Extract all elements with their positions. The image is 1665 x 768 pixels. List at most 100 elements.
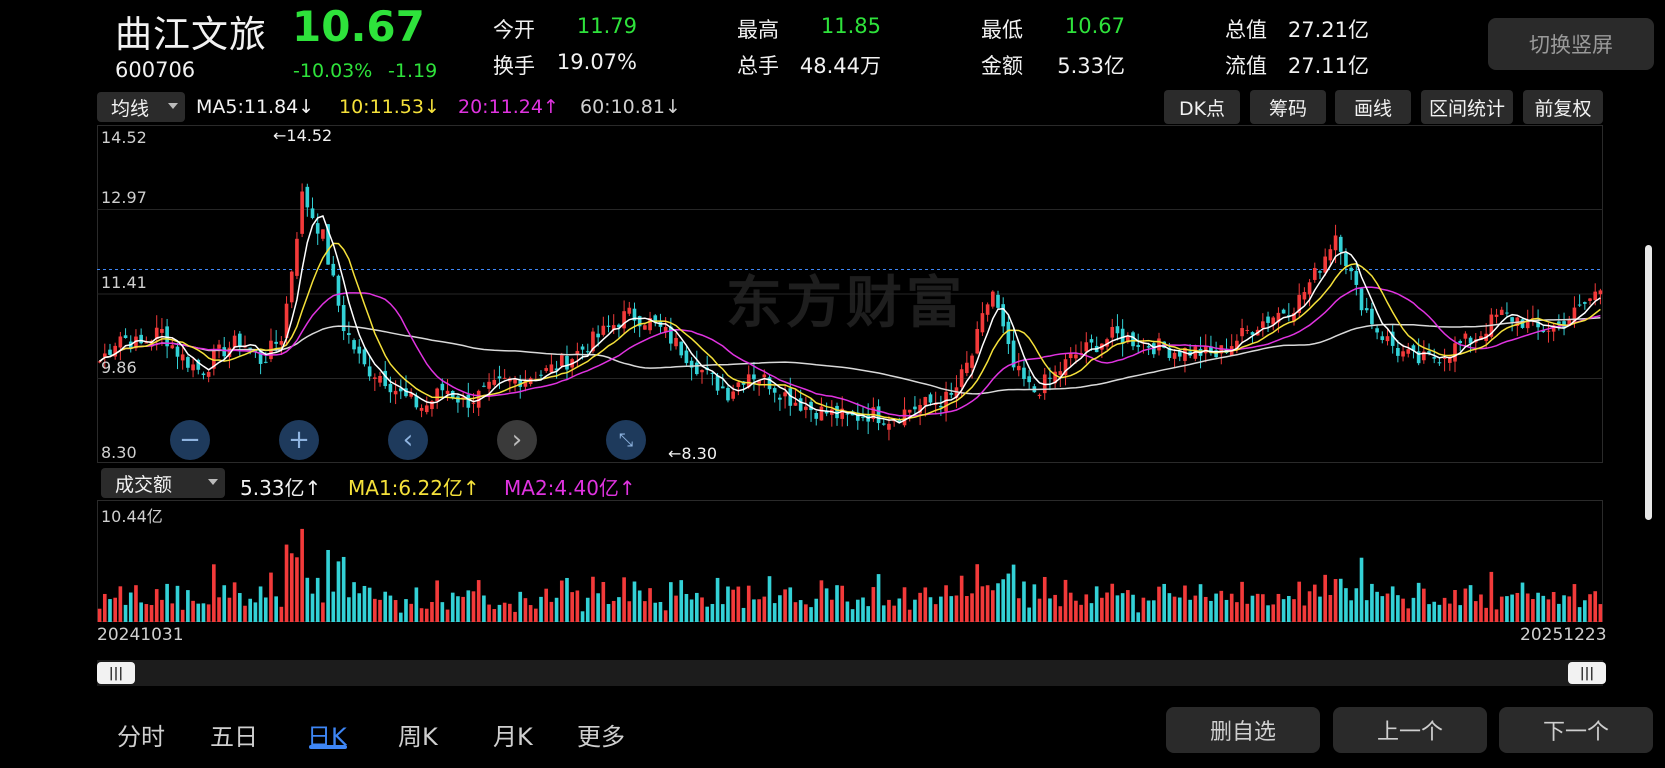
ma60-value: 60:10.81↓ <box>580 96 681 118</box>
candle-body <box>596 333 600 338</box>
candle-body <box>1338 236 1343 252</box>
volume-chart[interactable] <box>97 500 1603 622</box>
candle-body <box>752 374 756 380</box>
zoom-in-button[interactable]: + <box>279 420 319 460</box>
scroll-right-button[interactable]: › <box>497 420 537 460</box>
zoom-out-button[interactable]: − <box>170 420 210 460</box>
volume-bar <box>97 608 102 622</box>
volume-bar <box>404 599 408 622</box>
volume-bar <box>1229 593 1234 622</box>
scroll-left-button[interactable]: ‹ <box>388 420 428 460</box>
candle-body <box>310 208 315 219</box>
fit-screen-button[interactable]: ⤡ <box>606 420 646 460</box>
volume-indicator-dropdown[interactable]: 成交额 <box>101 468 225 498</box>
volume-bar <box>497 604 502 622</box>
volume-bar <box>1390 586 1395 622</box>
volume-bar <box>731 589 735 622</box>
volume-bar <box>1442 597 1447 622</box>
range-stats-button[interactable]: 区间统计 <box>1421 90 1513 124</box>
volume-bar <box>518 591 523 622</box>
volume-bar <box>393 600 398 622</box>
candle-body <box>907 409 912 413</box>
tab-monthly-k[interactable]: 月K <box>493 717 533 752</box>
volume-bar <box>1006 573 1011 622</box>
vertical-scrollbar[interactable] <box>1645 245 1652 520</box>
volume-bar <box>715 577 720 622</box>
candle-body <box>1437 362 1442 364</box>
volume-bar <box>1172 596 1177 622</box>
volume-bar <box>1048 598 1052 622</box>
indicator-dropdown[interactable]: 均线 <box>97 92 185 122</box>
rotate-screen-button[interactable]: 切换竖屏 <box>1488 18 1654 70</box>
candle-body <box>928 394 933 403</box>
volume-ma1: MA1:6.22亿↑ <box>348 476 480 500</box>
volume-bar <box>523 598 528 622</box>
tab-weekly-k[interactable]: 周K <box>398 717 438 752</box>
volume-bar <box>1380 596 1385 622</box>
end-date: 20251223 <box>1520 625 1607 645</box>
volume-bar <box>206 604 211 622</box>
candle-body <box>222 347 227 357</box>
volume-bar <box>274 596 278 622</box>
draw-line-button[interactable]: 画线 <box>1335 90 1411 124</box>
volume-bar <box>170 603 175 622</box>
candle-body <box>383 370 388 387</box>
candle-body <box>720 386 725 389</box>
tab-intraday[interactable]: 分时 <box>117 717 165 752</box>
range-slider-track[interactable] <box>97 660 1603 686</box>
volume-bar <box>476 580 481 622</box>
volume-bar <box>1235 602 1239 622</box>
tab-more[interactable]: 更多 <box>577 717 625 752</box>
candle-body <box>1370 308 1374 325</box>
remove-watchlist-button[interactable]: 删自选 <box>1166 707 1320 753</box>
volume-bar <box>1333 579 1338 622</box>
next-stock-button[interactable]: 下一个 <box>1499 707 1653 753</box>
candle-body <box>1359 288 1364 311</box>
candle-body <box>1432 357 1437 359</box>
candle-body <box>1328 249 1333 261</box>
volume-bar <box>263 597 268 622</box>
volume-bar <box>424 608 429 622</box>
volume-bar <box>1479 594 1483 622</box>
volume-bar <box>466 590 471 622</box>
range-slider-right-handle[interactable]: ||| <box>1568 662 1606 684</box>
volume-bar <box>793 602 798 622</box>
volume-bar <box>559 580 564 622</box>
candle-body <box>1001 304 1006 327</box>
candle-body <box>1240 328 1244 337</box>
volume-bar <box>617 597 621 622</box>
candle-body <box>1203 346 1208 354</box>
volume-bar <box>1432 601 1437 622</box>
candle-body <box>996 294 1000 308</box>
volume-bar <box>1541 595 1546 622</box>
dk-point-button[interactable]: DK点 <box>1164 90 1240 124</box>
tab-five-day[interactable]: 五日 <box>210 717 258 752</box>
volume-bar <box>300 528 304 622</box>
price-tick: 9.86 <box>101 358 137 377</box>
volume-bar <box>1126 590 1130 622</box>
candle-body <box>1084 342 1089 352</box>
candle-body <box>585 351 590 353</box>
volume-bar <box>1499 596 1504 622</box>
previous-stock-button[interactable]: 上一个 <box>1333 707 1487 753</box>
candlestick-chart[interactable] <box>97 125 1603 463</box>
candle-body <box>845 413 850 415</box>
forward-adjust-button[interactable]: 前复权 <box>1523 90 1603 124</box>
candle-body <box>606 325 611 327</box>
volume-bar <box>440 602 445 622</box>
volume-bar <box>102 593 107 622</box>
candle-body <box>497 376 502 379</box>
volume-bar <box>227 597 232 622</box>
range-slider-left-handle[interactable]: ||| <box>97 662 135 684</box>
volume-bar <box>720 604 725 622</box>
candle-body <box>1510 317 1514 322</box>
candle-body <box>622 311 626 329</box>
candle-body <box>1022 367 1026 380</box>
volume-bar <box>1250 595 1255 622</box>
candle-body <box>419 407 424 411</box>
volume-bar <box>866 606 870 622</box>
volume-bar <box>1214 593 1218 622</box>
chevron-right-icon: › <box>511 425 523 455</box>
chips-button[interactable]: 筹码 <box>1250 90 1326 124</box>
volume-bar <box>1468 585 1473 622</box>
